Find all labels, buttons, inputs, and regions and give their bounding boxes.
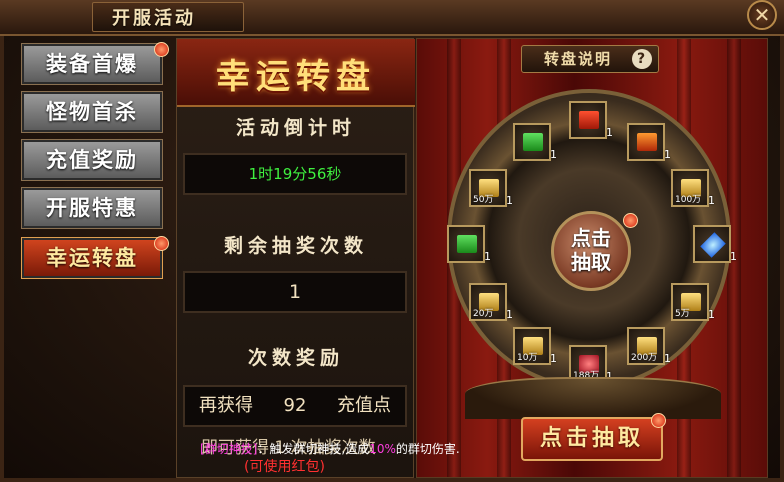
tab-lucky-wheel[interactable]: 幸运转盘	[21, 237, 163, 279]
slot-amount: 50万	[473, 195, 494, 205]
tab-label: 怪物首杀	[46, 100, 138, 124]
slot-count: 1	[708, 308, 715, 321]
tooltip-tag: [群切神技]	[200, 442, 258, 456]
tooltip-percent: 10%	[369, 442, 396, 456]
slot-amount: 5万	[675, 309, 690, 319]
slot-count: 1	[664, 352, 671, 365]
prize-slot: 1	[447, 225, 491, 263]
slot-count: 1	[484, 250, 491, 263]
tab-label: 装备首爆	[46, 52, 138, 76]
fire-book-icon	[637, 133, 657, 151]
center-label-1: 点击	[571, 226, 611, 250]
notification-dot-icon	[623, 213, 638, 228]
tab-label: 充值奖励	[46, 148, 138, 172]
prize-slot: 100万 1	[671, 169, 715, 207]
reward-prefix: 再获得	[199, 395, 253, 416]
draw-reward-label: 次数奖励	[247, 347, 344, 369]
countdown-value: 1时19分56秒	[248, 165, 342, 183]
slot-amount: 20万	[473, 309, 494, 319]
prize-slot: 10万 1	[513, 327, 557, 365]
prize-slot: 20万 1	[469, 283, 513, 321]
slot-count: 1	[664, 148, 671, 161]
tooltip-note: (可使用红包)	[244, 459, 325, 475]
tab-recharge-reward[interactable]: 充值奖励	[21, 139, 163, 181]
notification-dot-icon	[154, 236, 169, 251]
close-button[interactable]: ✕	[747, 0, 777, 30]
wheel-base	[465, 377, 721, 419]
green-gift-icon	[523, 133, 543, 151]
slot-count: 1	[506, 308, 513, 321]
reward-suffix: 充值点	[337, 395, 391, 416]
wheel-panel: 转盘说明 ? 1 1 100万 1 1 5万 1 200万 1 188万 1 1…	[416, 38, 768, 478]
skill-tooltip: [群切神技]：触发群切神技,造成10%的群切伤害.	[200, 440, 460, 457]
sidebar: 装备首爆 怪物首杀 充值奖励 开服特惠 幸运转盘	[16, 38, 174, 478]
slot-count: 1	[506, 194, 513, 207]
tab-label: 幸运转盘	[46, 246, 138, 270]
tab-label: 开服特惠	[46, 196, 138, 220]
slot-amount: 100万	[675, 195, 702, 205]
countdown-label: 活动倒计时	[235, 117, 356, 139]
notification-dot-icon	[651, 413, 666, 428]
wheel-center-draw-button[interactable]: 点击 抽取	[551, 211, 631, 291]
remaining-draws-label: 剩余抽奖次数	[223, 235, 368, 257]
green-scroll-icon	[457, 235, 477, 253]
slot-count: 1	[606, 126, 613, 139]
tab-equip-first-drop[interactable]: 装备首爆	[21, 43, 163, 85]
prize-slot: 50万 1	[469, 169, 513, 207]
notification-dot-icon	[154, 42, 169, 57]
prize-slot: 1	[627, 123, 671, 161]
slot-amount: 200万	[631, 353, 658, 363]
prize-slot: 1	[693, 225, 737, 263]
wheel-help-button[interactable]: 转盘说明 ?	[521, 45, 659, 73]
prize-slot: 1	[513, 123, 557, 161]
help-label: 转盘说明	[544, 50, 613, 68]
center-label-2: 抽取	[571, 250, 611, 274]
red-chest-icon	[579, 111, 599, 129]
slot-count: 1	[708, 194, 715, 207]
slot-amount: 10万	[517, 353, 538, 363]
blue-gem-icon	[700, 232, 726, 258]
prize-slot: 1	[569, 101, 613, 139]
tab-monster-first-kill[interactable]: 怪物首杀	[21, 91, 163, 133]
draw-button[interactable]: 点击抽取	[521, 417, 663, 461]
slot-count: 1	[730, 250, 737, 263]
reward-amount: 92	[283, 395, 307, 416]
tooltip-text-b: 的群切伤害.	[395, 442, 460, 456]
question-icon: ?	[632, 49, 652, 69]
prize-slot: 200万 1	[627, 327, 671, 365]
slot-count: 1	[550, 352, 557, 365]
draw-reward-box: 再获得 92 充值点	[183, 385, 407, 427]
info-panel: 幸运转盘 活动倒计时 1时19分56秒 剩余抽奖次数 1 次数奖励 再获得 92…	[176, 38, 415, 478]
remaining-draws-box: 1	[183, 271, 407, 313]
slot-count: 1	[550, 148, 557, 161]
banner-title: 幸运转盘	[216, 57, 376, 97]
remaining-draws-value: 1	[288, 281, 302, 303]
window-title: 开服活动	[112, 8, 196, 29]
countdown-box: 1时19分56秒	[183, 153, 407, 195]
tab-opening-sale[interactable]: 开服特惠	[21, 187, 163, 229]
tooltip-text-a: ：触发群切神技,造成	[257, 442, 370, 456]
prize-slot: 5万 1	[671, 283, 715, 321]
